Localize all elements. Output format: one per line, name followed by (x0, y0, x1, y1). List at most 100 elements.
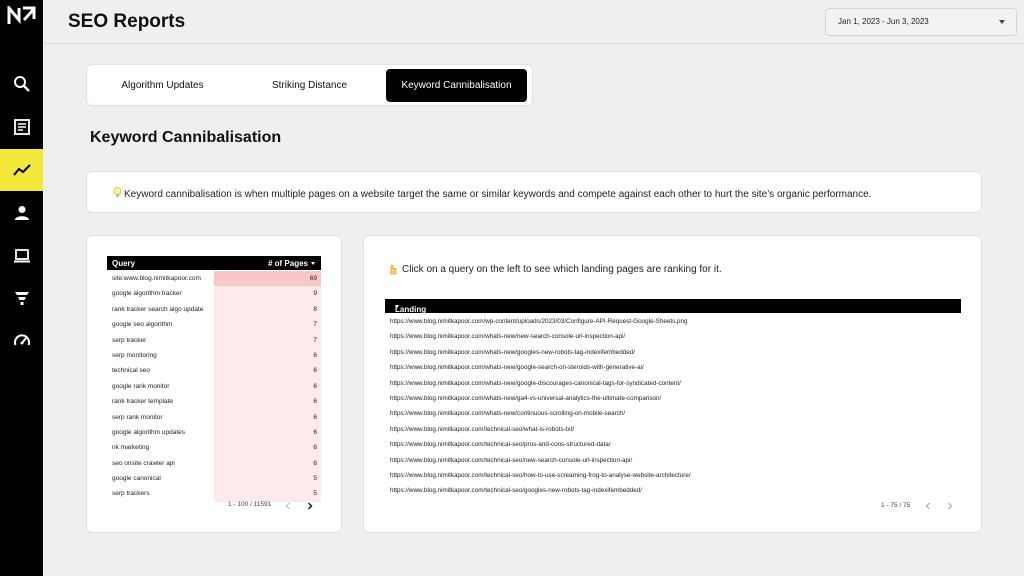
sidebar-item-funnel[interactable] (0, 277, 43, 319)
next-page-button[interactable] (944, 500, 956, 512)
pages-cell: 6 (313, 413, 317, 421)
pages-cell: 6 (313, 351, 317, 359)
query-cell: seo onsite crawler api (112, 459, 175, 467)
pages-column-header[interactable]: # of Pages (268, 259, 315, 268)
query-cell: google algorithm updates (112, 428, 185, 436)
landing-table-header: Landing Page (385, 299, 961, 323)
next-page-button[interactable] (304, 500, 316, 512)
pages-bar (214, 394, 321, 410)
lightbulb-icon (113, 187, 122, 197)
pages-bar (214, 424, 321, 441)
sidebar-item-trends[interactable] (0, 149, 43, 191)
pages-cell: 8 (313, 305, 317, 313)
landing-page-url: https://www.blog.nimitkapoor.com/technic… (390, 425, 575, 433)
chevron-right-icon (948, 502, 953, 510)
landing-page-url: https://www.blog.nimitkapoor.com/whats-n… (390, 333, 626, 341)
previous-page-button[interactable] (922, 500, 934, 512)
table-row[interactable]: https://www.blog.nimitkapoor.com/technic… (385, 453, 961, 468)
query-cell: site:www.blog.nimitkapoor.com (112, 275, 201, 282)
funnel-icon (14, 292, 29, 305)
landing-page-url: https://www.blog.nimitkapoor.com/whats-n… (390, 394, 662, 402)
landing-page-url: https://www.blog.nimitkapoor.com/whats-n… (390, 348, 636, 356)
table-row[interactable]: seo onsite crawler api 6 (107, 455, 321, 472)
pages-bar (214, 471, 321, 487)
page-title: SEO Reports (68, 11, 186, 32)
query-cell: technical seo (112, 367, 150, 375)
query-column-header[interactable]: Query (112, 259, 135, 268)
query-cell: google algorithm tracker (112, 290, 182, 298)
landing-page-url: https://www.blog.nimitkapoor.com/technic… (390, 487, 643, 495)
query-cell: serp rank monitor (112, 413, 163, 421)
table-row[interactable]: https://www.blog.nimitkapoor.com/whats-n… (385, 360, 961, 375)
table-row[interactable]: rank tracker template 6 (107, 394, 321, 410)
sort-caret-icon (311, 262, 315, 265)
pages-cell: 69 (309, 275, 317, 282)
table-row[interactable]: site:www.blog.nimitkapoor.com 69 (107, 271, 321, 287)
pages-bar (214, 409, 321, 425)
brand-logo[interactable] (6, 6, 36, 26)
pages-bar (214, 317, 321, 333)
table-row[interactable]: https://www.blog.nimitkapoor.com/whats-n… (385, 376, 961, 391)
landing-hint: Click on a query on the left to see whic… (388, 263, 722, 275)
search-icon (13, 76, 30, 92)
table-row[interactable]: https://www.blog.nimitkapoor.com/whats-n… (385, 391, 961, 406)
sidebar-item-search[interactable] (0, 63, 43, 105)
query-cell: rank tracker template (112, 398, 174, 406)
tab-keyword-cannibalisation[interactable]: Keyword Cannibalisation (386, 69, 527, 102)
pages-cell: 6 (313, 428, 317, 436)
query-cell: serp tracker (112, 336, 147, 344)
pages-bar (214, 363, 321, 379)
table-row[interactable]: https://www.blog.nimitkapoor.com/whats-n… (385, 345, 961, 360)
table-row[interactable]: https://www.blog.nimitkapoor.com/technic… (385, 437, 961, 452)
sidebar-item-devices[interactable] (0, 235, 43, 277)
section-title: Keyword Cannibalisation (90, 129, 282, 146)
table-row[interactable]: google algorithm updates 6 (107, 424, 321, 441)
table-row[interactable]: google canonical 5 (107, 471, 321, 487)
table-row[interactable]: technical seo 6 (107, 363, 321, 379)
sidebar (0, 0, 43, 576)
chevron-left-icon (925, 502, 930, 510)
sidebar-item-account[interactable] (0, 192, 43, 234)
landing-table-body: https://www.blog.nimitkapoor.com/wp-cont… (385, 314, 961, 499)
previous-page-button[interactable] (282, 500, 294, 512)
date-range-picker[interactable]: Jan 1, 2023 - Jun 3, 2023 (825, 8, 1017, 36)
report-tabs: Algorithm Updates Striking Distance Keyw… (86, 64, 533, 106)
table-row[interactable]: google algorithm tracker 9 (107, 286, 321, 302)
info-text: Keyword cannibalisation is when multiple… (124, 189, 872, 200)
pages-cell: 7 (313, 336, 317, 344)
laptop-icon (13, 249, 30, 263)
query-cell: serp monitoring (112, 351, 157, 359)
sidebar-item-performance[interactable] (0, 320, 43, 362)
landing-page-url: https://www.blog.nimitkapoor.com/whats-n… (390, 410, 626, 418)
table-row[interactable]: https://www.blog.nimitkapoor.com/technic… (385, 483, 961, 498)
table-row[interactable]: google rank monitor 6 (107, 378, 321, 395)
top-header: SEO Reports Jan 1, 2023 - Jun 3, 2023 (43, 0, 1024, 44)
table-row[interactable]: rank tracker search algo update 8 (107, 301, 321, 318)
table-row[interactable]: https://www.blog.nimitkapoor.com/technic… (385, 468, 961, 483)
info-card: Keyword cannibalisation is when multiple… (86, 171, 982, 213)
table-row[interactable]: https://www.blog.nimitkapoor.com/whats-n… (385, 406, 961, 421)
table-row[interactable]: https://www.blog.nimitkapoor.com/wp-cont… (385, 314, 961, 329)
table-row[interactable]: https://www.blog.nimitkapoor.com/whats-n… (385, 329, 961, 344)
table-row[interactable]: https://www.blog.nimitkapoor.com/technic… (385, 422, 961, 437)
table-row[interactable]: serp tracker 7 (107, 332, 321, 348)
sidebar-item-reports[interactable] (0, 106, 43, 148)
table-row[interactable]: serp rank monitor 6 (107, 409, 321, 425)
landing-page-url: https://www.blog.nimitkapoor.com/whats-n… (390, 379, 681, 387)
pages-cell: 6 (313, 444, 317, 452)
query-table-body: site:www.blog.nimitkapoor.com 69 google a… (107, 271, 321, 502)
chevron-down-icon (999, 20, 1005, 24)
table-row[interactable]: serp monitoring 6 (107, 347, 321, 364)
query-cell: google seo algorithm (112, 321, 173, 329)
table-row[interactable]: google seo algorithm 7 (107, 317, 321, 333)
landing-hint-text: Click on a query on the left to see whic… (402, 263, 722, 275)
tab-striking-distance[interactable]: Striking Distance (238, 69, 381, 102)
pages-cell: 6 (313, 382, 317, 390)
tab-algorithm-updates[interactable]: Algorithm Updates (91, 69, 234, 102)
landing-page-url: https://www.blog.nimitkapoor.com/technic… (390, 441, 611, 449)
query-pagination-label: 1 - 100 / 11591 (228, 501, 272, 508)
query-cell: rank tracker search algo update (112, 305, 204, 313)
table-row[interactable]: nk marketing 6 (107, 440, 321, 456)
speedometer-icon (13, 334, 30, 346)
landing-page-url: https://www.blog.nimitkapoor.com/technic… (390, 456, 633, 464)
